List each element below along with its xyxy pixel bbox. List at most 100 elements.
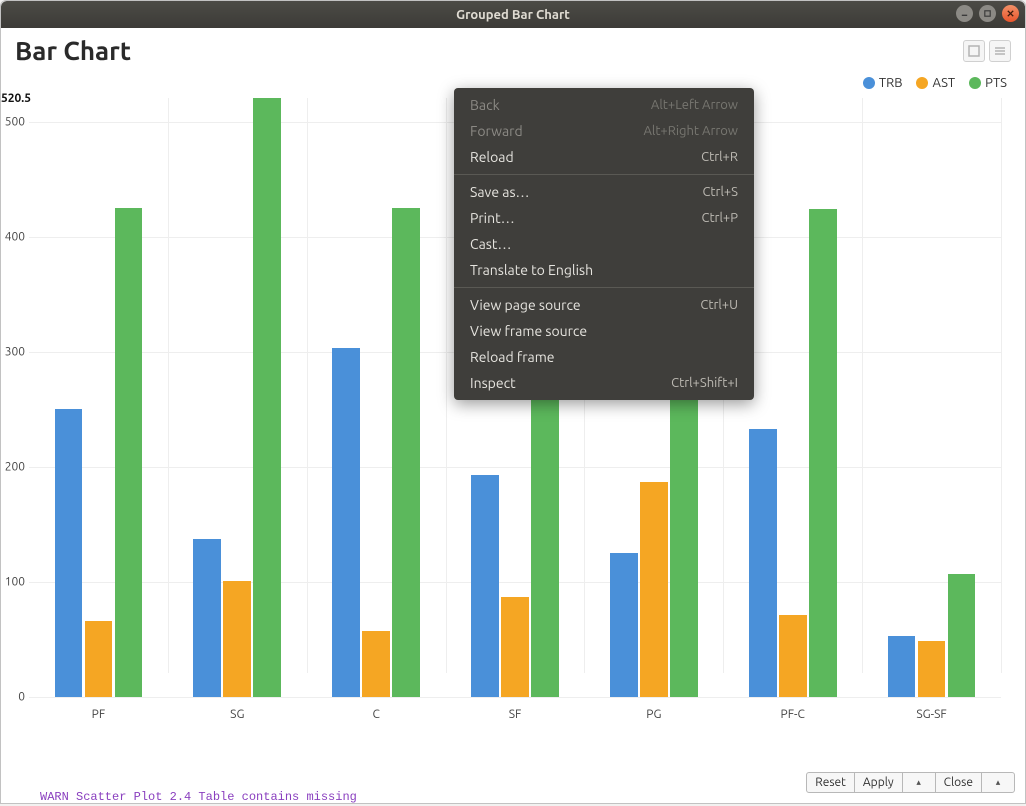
- x-tick-label: PG: [646, 708, 661, 721]
- bar-SF-TRB[interactable]: [471, 475, 499, 697]
- context-menu-accel: Ctrl+Shift+I: [671, 376, 738, 390]
- legend-swatch: [969, 77, 981, 89]
- window-title: Grouped Bar Chart: [456, 8, 570, 22]
- legend-swatch: [863, 77, 875, 89]
- context-menu-label: Cast…: [470, 236, 511, 252]
- context-menu-accel: Ctrl+S: [702, 185, 738, 199]
- minimize-button[interactable]: [956, 5, 973, 22]
- category-divider: [307, 98, 308, 673]
- context-menu-separator: [454, 174, 754, 175]
- y-tick-label: 100: [3, 575, 25, 588]
- legend-label: AST: [932, 76, 955, 90]
- bar-SG-AST[interactable]: [223, 581, 251, 697]
- context-menu-separator: [454, 287, 754, 288]
- bar-SG-SF-PTS[interactable]: [948, 574, 976, 697]
- bar-SG-SF-TRB[interactable]: [888, 636, 916, 697]
- legend: TRB AST PTS: [863, 76, 1007, 90]
- y-tick-label: 300: [3, 345, 25, 358]
- subplot-multi-icon[interactable]: [989, 40, 1011, 62]
- y-tick-label: 0: [3, 691, 25, 704]
- context-menu-label: Print…: [470, 210, 515, 226]
- context-menu-accel: Ctrl+U: [700, 298, 738, 312]
- context-menu-item-back: Back Alt+Left Arrow: [454, 92, 754, 118]
- category-divider: [862, 98, 863, 673]
- context-menu-item-translate-to-english[interactable]: Translate to English: [454, 257, 754, 283]
- maximize-button[interactable]: [979, 5, 996, 22]
- chart-header: Bar Chart: [15, 36, 1011, 65]
- minimize-icon: [960, 9, 969, 18]
- category-divider: [1001, 98, 1002, 673]
- bar-PF-PTS[interactable]: [115, 208, 143, 697]
- bar-C-TRB[interactable]: [332, 348, 360, 697]
- legend-label: PTS: [985, 76, 1007, 90]
- context-menu-label: Translate to English: [470, 262, 593, 278]
- context-menu-item-save-as[interactable]: Save as… Ctrl+S: [454, 179, 754, 205]
- gridline: [29, 697, 1001, 698]
- x-tick-label: C: [372, 708, 379, 721]
- category-divider: [168, 98, 169, 673]
- bar-PF-C-AST[interactable]: [779, 615, 807, 697]
- context-menu-item-reload-frame[interactable]: Reload frame: [454, 344, 754, 370]
- context-menu-accel: Ctrl+P: [701, 211, 738, 225]
- bar-SG-TRB[interactable]: [193, 539, 221, 697]
- y-tick-label: 400: [3, 230, 25, 243]
- maximize-icon: [983, 9, 992, 18]
- subplot-single-icon[interactable]: [963, 40, 985, 62]
- legend-item-pts[interactable]: PTS: [969, 76, 1007, 90]
- window-buttons: [956, 5, 1019, 22]
- context-menu-item-inspect[interactable]: Inspect Ctrl+Shift+I: [454, 370, 754, 396]
- gridline: [29, 467, 1001, 468]
- legend-label: TRB: [879, 76, 903, 90]
- bar-SF-AST[interactable]: [501, 597, 529, 697]
- y-tick-label: 200: [3, 460, 25, 473]
- context-menu-label: Forward: [470, 123, 523, 139]
- legend-item-trb[interactable]: TRB: [863, 76, 903, 90]
- bar-SG-PTS[interactable]: [253, 98, 281, 697]
- chart-title: Bar Chart: [15, 36, 131, 65]
- x-tick-label: SG-SF: [916, 708, 946, 721]
- context-menu-accel: Ctrl+R: [701, 150, 738, 164]
- bar-PF-AST[interactable]: [85, 621, 113, 697]
- close-button[interactable]: [1002, 5, 1019, 22]
- peak-label: 520.5: [1, 92, 31, 105]
- bar-C-AST[interactable]: [362, 631, 390, 697]
- context-menu-accel: Alt+Left Arrow: [651, 98, 738, 112]
- context-menu-label: Save as…: [470, 184, 530, 200]
- legend-swatch: [916, 77, 928, 89]
- app-window: Grouped Bar Chart Bar Chart: [0, 0, 1026, 804]
- gridline: [29, 582, 1001, 583]
- close-icon: [1006, 9, 1015, 18]
- bar-PF-TRB[interactable]: [55, 409, 83, 697]
- context-menu-label: Reload: [470, 149, 514, 165]
- context-menu-label: Back: [470, 97, 500, 113]
- bar-SG-SF-AST[interactable]: [918, 641, 946, 697]
- context-menu-item-print[interactable]: Print… Ctrl+P: [454, 205, 754, 231]
- context-menu-item-view-page-source[interactable]: View page source Ctrl+U: [454, 292, 754, 318]
- titlebar: Grouped Bar Chart: [1, 1, 1025, 28]
- context-menu-label: Reload frame: [470, 349, 555, 365]
- bar-PG-TRB[interactable]: [610, 553, 638, 697]
- context-menu-item-forward: Forward Alt+Right Arrow: [454, 118, 754, 144]
- context-menu-item-cast[interactable]: Cast…: [454, 231, 754, 257]
- content-area: Bar Chart TRB AST PTS 0 100 200 300 400 500 PF S…: [1, 28, 1025, 803]
- category-divider: [446, 98, 447, 673]
- y-tick-label: 500: [3, 115, 25, 128]
- x-tick-label: PF-C: [781, 708, 805, 721]
- bar-C-PTS[interactable]: [392, 208, 420, 697]
- context-menu: Back Alt+Left Arrow Forward Alt+Right Arrow…: [454, 88, 754, 400]
- context-menu-item-view-frame-source[interactable]: View frame source: [454, 318, 754, 344]
- context-menu-item-reload[interactable]: Reload Ctrl+R: [454, 144, 754, 170]
- x-tick-label: SF: [509, 708, 522, 721]
- context-menu-label: View frame source: [470, 323, 587, 339]
- x-tick-label: PF: [92, 708, 106, 721]
- x-axis-labels: PF SG C SF PG PF-C SG-SF: [29, 701, 1001, 721]
- bar-PG-AST[interactable]: [640, 482, 668, 697]
- context-menu-accel: Alt+Right Arrow: [643, 124, 738, 138]
- x-tick-label: SG: [230, 708, 244, 721]
- legend-item-ast[interactable]: AST: [916, 76, 955, 90]
- bar-PF-C-PTS[interactable]: [809, 209, 837, 697]
- toolbar-mode-icons: [963, 40, 1011, 62]
- bar-PF-C-TRB[interactable]: [749, 429, 777, 697]
- context-menu-label: Inspect: [470, 375, 516, 391]
- context-menu-label: View page source: [470, 297, 581, 313]
